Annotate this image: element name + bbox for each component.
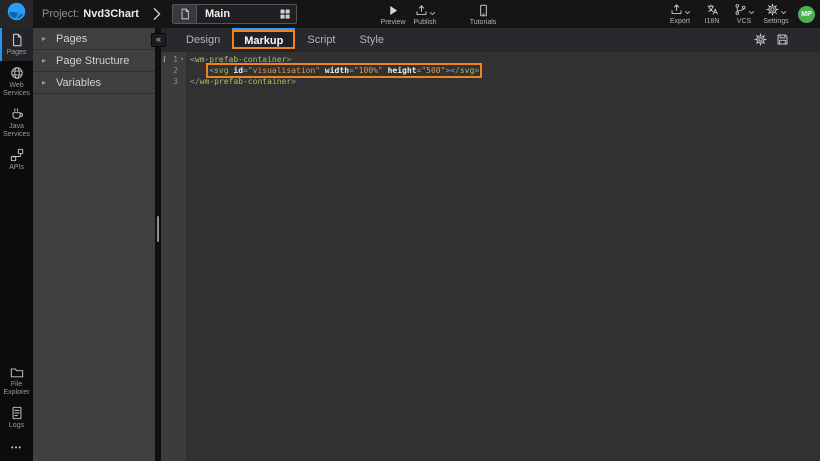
- code-line-1[interactable]: <wm-prefab-container>: [190, 54, 820, 65]
- tab-label: Style: [360, 34, 384, 46]
- sidebar-section-label: Variables: [56, 77, 101, 89]
- rail-bottom-group: File Explorer Logs •••: [0, 360, 33, 457]
- editor-gutter: i 1 ▾ 2 3: [161, 52, 186, 461]
- rail-item-pages[interactable]: Pages: [0, 28, 33, 61]
- caret-down-icon: [684, 9, 691, 16]
- editor-area: Design Markup Script Style i: [161, 28, 820, 461]
- code-line-tokens: </wm-prefab-container>: [190, 77, 296, 86]
- fold-arrow-icon[interactable]: ▾: [178, 56, 186, 63]
- wavemaker-logo[interactable]: [0, 0, 33, 28]
- pages-panel: ▸ Pages ▸ Page Structure ▸ Variables: [33, 28, 155, 461]
- topbar: Project: Nvd3Chart Main Preview Publish: [0, 0, 820, 28]
- rail-item-web-services[interactable]: Web Services: [0, 61, 33, 102]
- code-line-tokens: <wm-prefab-container>: [190, 55, 291, 64]
- code-content[interactable]: <wm-prefab-container> <svg id="visualisa…: [186, 52, 820, 461]
- tab-label: Markup: [244, 35, 283, 47]
- wavemaker-logo: [6, 1, 27, 27]
- code-line-2[interactable]: <svg id="visualisation" width="100%" hei…: [190, 65, 820, 76]
- tab-label: Script: [307, 34, 335, 46]
- line-number: 1: [168, 55, 178, 64]
- editor-tab-design[interactable]: Design: [174, 28, 232, 52]
- topbar-action-i18n[interactable]: I18N: [699, 2, 725, 27]
- sidebar-section-label: Page Structure: [56, 55, 129, 67]
- gutter-line-3: 3: [161, 76, 186, 87]
- gutter-line-2: 2: [161, 65, 186, 76]
- grid-icon[interactable]: [279, 8, 291, 20]
- rail-item-file-explorer[interactable]: File Explorer: [0, 360, 33, 401]
- page-icon: [10, 33, 24, 47]
- avatar[interactable]: MP: [798, 6, 815, 23]
- action-label: Preview: [381, 19, 406, 26]
- line-number: 3: [168, 77, 178, 86]
- sidebar-section-pages[interactable]: ▸ Pages: [33, 28, 155, 50]
- gear-icon: [754, 33, 767, 51]
- rail-item-label: Logs: [9, 422, 24, 430]
- editor-tabbar: Design Markup Script Style: [161, 28, 820, 52]
- project-info: Project: Nvd3Chart: [42, 8, 139, 20]
- gutter-line-1: i 1 ▾: [161, 54, 186, 65]
- editor-toolbar: [754, 33, 789, 51]
- project-name: Nvd3Chart: [83, 8, 139, 20]
- collapse-left-icon[interactable]: «: [151, 33, 166, 47]
- action-label: Settings: [763, 18, 788, 25]
- api-icon: [10, 148, 24, 162]
- action-label: I18N: [705, 18, 720, 25]
- rail-item-apis[interactable]: APIs: [0, 143, 33, 176]
- action-label: VCS: [737, 18, 751, 25]
- sidebar-section-page-structure[interactable]: ▸ Page Structure: [33, 50, 155, 72]
- rail-item-label: Web Services: [0, 82, 33, 98]
- action-label: Tutorials: [470, 19, 497, 26]
- save-icon: [776, 33, 789, 51]
- coffee-icon: [10, 107, 24, 121]
- sidebar-section-label: Pages: [56, 33, 87, 45]
- topbar-action-settings[interactable]: Settings: [763, 2, 789, 27]
- topbar-action-publish[interactable]: Publish: [405, 2, 445, 27]
- triangle-right-icon: ▸: [42, 35, 46, 43]
- splitter-handle[interactable]: [157, 216, 159, 242]
- action-label: Export: [670, 18, 690, 25]
- topbar-action-export[interactable]: Export: [667, 2, 693, 27]
- rail-item-label: Pages: [7, 49, 27, 57]
- editor-tab-script[interactable]: Script: [295, 28, 347, 52]
- triangle-right-icon: ▸: [42, 79, 46, 87]
- line-number: 2: [168, 66, 178, 75]
- rail-item-label: Java Services: [0, 123, 33, 139]
- rail-item-label: APIs: [9, 164, 24, 172]
- code-line-tokens: <svg id="visualisation" width="100%" hei…: [209, 66, 479, 75]
- lint-marker: i: [161, 55, 168, 64]
- caret-down-icon: [780, 9, 787, 16]
- file-icon: [173, 5, 197, 23]
- page-tab-main[interactable]: Main: [172, 4, 297, 24]
- more-options-button[interactable]: •••: [0, 434, 33, 457]
- project-label: Project:: [42, 8, 79, 20]
- rail-item-logs[interactable]: Logs: [0, 401, 33, 434]
- rail-item-label: File Explorer: [0, 381, 33, 397]
- tab-label: Design: [186, 34, 220, 46]
- chevron-right-icon[interactable]: [152, 7, 162, 21]
- globe-icon: [10, 66, 24, 80]
- editor-tab-markup[interactable]: Markup: [232, 28, 295, 52]
- caret-down-icon: [748, 9, 755, 16]
- panel-splitter: [155, 28, 161, 461]
- folder-icon: [10, 365, 24, 379]
- rail-item-java-services[interactable]: Java Services: [0, 102, 33, 143]
- log-icon: [10, 406, 24, 420]
- code-editor: i 1 ▾ 2 3 <wm-prefab-container> <svg id=…: [161, 52, 820, 461]
- page-tab-label: Main: [197, 8, 279, 20]
- editor-tab-style[interactable]: Style: [348, 28, 396, 52]
- wavemaker-studio-window: Project: Nvd3Chart Main Preview Publish: [0, 0, 820, 461]
- sidebar-section-variables[interactable]: ▸ Variables: [33, 72, 155, 94]
- editor-action-markup-settings[interactable]: [754, 33, 767, 51]
- topbar-action-tutorials[interactable]: Tutorials: [460, 2, 506, 27]
- topbar-action-vcs[interactable]: VCS: [731, 2, 757, 27]
- triangle-right-icon: ▸: [42, 57, 46, 65]
- code-line-3[interactable]: </wm-prefab-container>: [190, 76, 820, 87]
- left-rail: Pages Web Services Java Services APIs Fi…: [0, 28, 33, 461]
- caret-down-icon: [429, 10, 436, 17]
- editor-action-save[interactable]: [776, 33, 789, 51]
- action-label: Publish: [414, 19, 437, 26]
- topbar-right-group: Export I18N VCS: [667, 1, 815, 27]
